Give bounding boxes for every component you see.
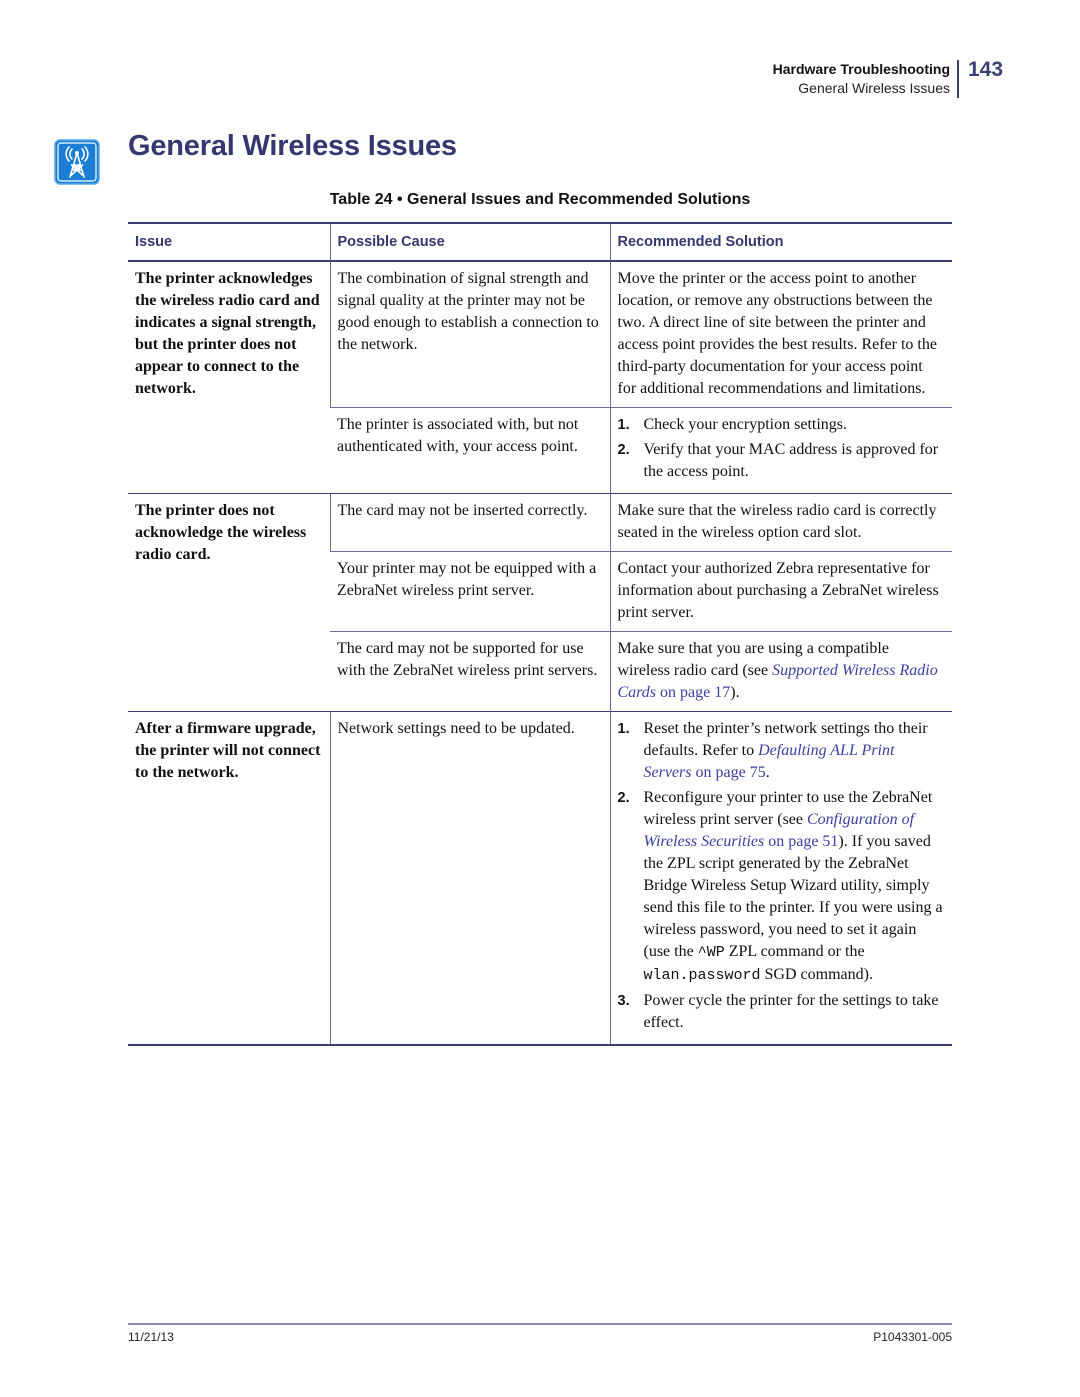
footer-divider <box>128 1323 952 1325</box>
footer-doc-number: P1043301-005 <box>873 1330 952 1344</box>
cause-cell: The card may not be inserted correctly. <box>329 493 610 552</box>
cause-cell: The printer is associated with, but not … <box>330 407 610 494</box>
solution-text: ). <box>730 684 740 701</box>
zpl-command-code: ^WP <box>697 944 725 961</box>
step-text: ZPL command or the <box>724 943 865 960</box>
solution-steps: 1. Check your encryption settings. 2. Veri… <box>618 414 946 483</box>
solution-step: 2. Verify that your MAC address is approv… <box>618 439 946 483</box>
step-number: 2. <box>617 790 630 806</box>
table-caption: Table 24 • General Issues and Recommende… <box>329 191 751 208</box>
issue-cell: The printer does not acknowledge the wir… <box>128 493 330 712</box>
wireless-antenna-icon <box>54 139 100 185</box>
cause-cell: Your printer may not be equipped with a … <box>330 551 610 632</box>
step-text: SGD command). <box>760 966 873 983</box>
issue-cell: The printer acknowledges the wireless ra… <box>135 270 320 397</box>
page-75-link[interactable]: on page 75 <box>691 764 765 781</box>
cause-cell: Network settings need to be updated. <box>329 711 610 1046</box>
cause-cell: The card may not be supported for use wi… <box>330 631 610 712</box>
table-row: The printer acknowledges the wireless ra… <box>128 261 952 408</box>
solution-step: 3. Power cycle the printer for the settin… <box>618 990 946 1034</box>
step-text: Verify that your MAC address is approved… <box>643 441 939 480</box>
step-number: 2. <box>617 442 630 458</box>
solution-step: 2. Reconfigure your printer to use the Ze… <box>618 787 946 987</box>
cause-cell: The combination of signal strength and s… <box>329 261 610 408</box>
solution-step: 1. Check your encryption settings. <box>618 414 946 436</box>
solution-cell: Move the printer or the access point to … <box>609 261 952 408</box>
solution-step: 1. Reset the printer’s network settings t… <box>618 718 946 784</box>
header-possible-cause: Possible Cause <box>329 222 610 262</box>
footer-date: 11/21/13 <box>128 1330 174 1344</box>
page-17-link[interactable]: on page 17 <box>656 684 730 701</box>
page-51-link[interactable]: on page 51 <box>764 833 838 850</box>
solution-cell: Make sure that the wireless radio card i… <box>609 493 952 552</box>
running-head-divider <box>957 60 959 98</box>
header-issue: Issue <box>128 222 330 262</box>
step-number: 1. <box>617 721 630 737</box>
table-header-row: Issue Possible Cause Recommended Solutio… <box>128 222 952 262</box>
step-text: Power cycle the printer for the settings… <box>643 992 939 1031</box>
step-number: 1. <box>617 417 630 433</box>
step-number: 3. <box>617 993 630 1009</box>
running-head: Hardware Troubleshooting General Wireles… <box>773 60 950 98</box>
solution-cell: 1. Check your encryption settings. 2. Veri… <box>609 407 952 494</box>
step-text: ). If you saved the ZPL script generated… <box>643 833 943 960</box>
running-head-subsection: General Wireless Issues <box>798 80 950 96</box>
solution-cell: Make sure that you are using a compatibl… <box>609 631 952 712</box>
step-text: Check your encryption settings. <box>643 416 848 433</box>
solution-cell: Contact your authorized Zebra representa… <box>609 551 952 632</box>
section-title: General Wireless Issues <box>128 130 457 162</box>
issue-cell: After a firmware upgrade, the printer wi… <box>128 711 330 1046</box>
header-recommended-solution: Recommended Solution <box>609 222 952 262</box>
table-row: The printer does not acknowledge the wir… <box>128 493 952 712</box>
table-row: After a firmware upgrade, the printer wi… <box>128 711 952 1046</box>
page-number: 143 <box>968 58 1004 81</box>
issues-table: Issue Possible Cause Recommended Solutio… <box>128 222 952 1046</box>
solution-steps: 1. Reset the printer’s network settings t… <box>618 718 946 1034</box>
step-text: . <box>765 764 770 781</box>
sgd-command-code: wlan.password <box>643 967 761 984</box>
solution-cell: 1. Reset the printer’s network settings t… <box>609 711 952 1046</box>
running-head-section: Hardware Troubleshooting <box>772 61 950 77</box>
